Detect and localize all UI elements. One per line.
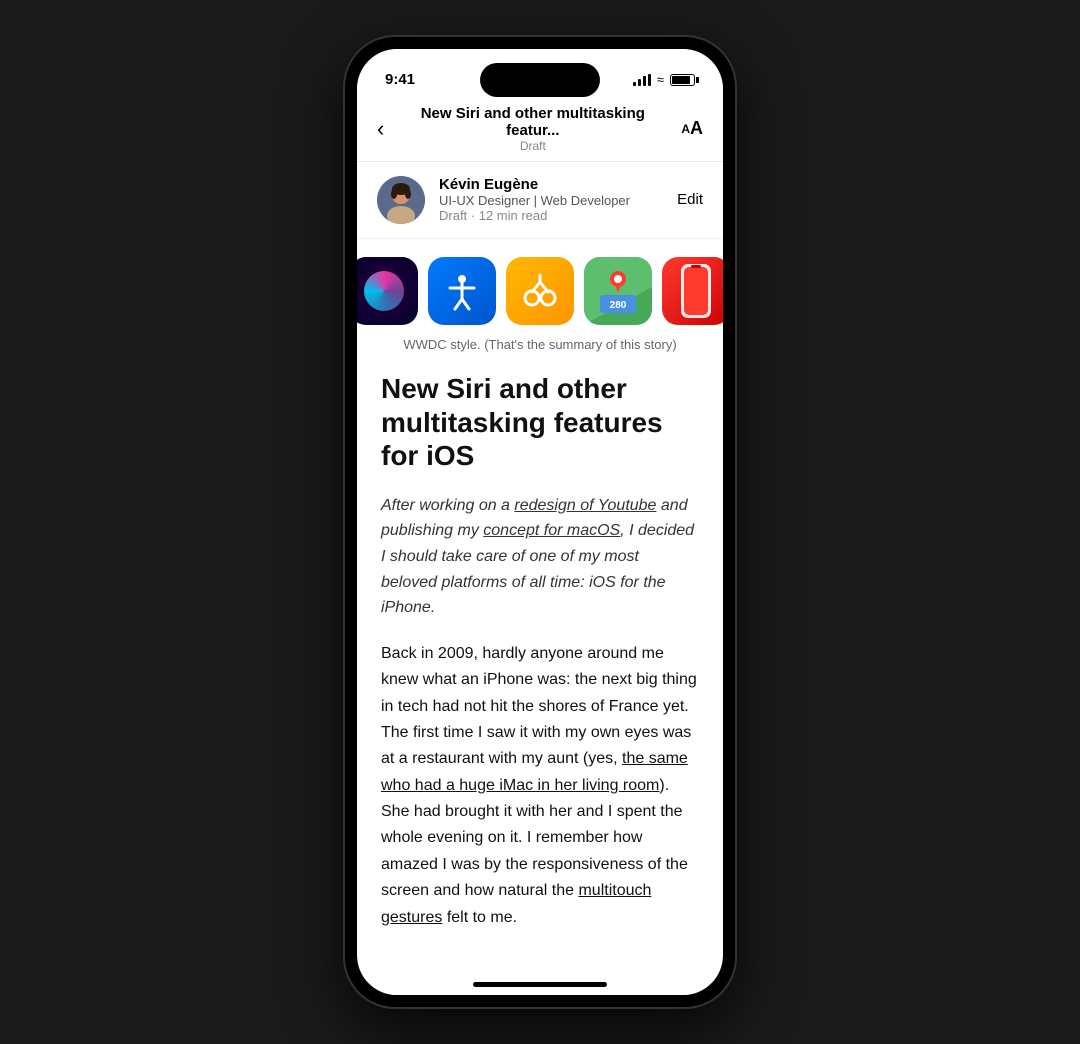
author-info: Kévin Eugène UI-UX Designer | Web Develo… bbox=[439, 176, 663, 223]
status-bar: 9:41 ≈ bbox=[357, 49, 723, 97]
accessibility-icon bbox=[428, 257, 496, 325]
iphone-red-icon bbox=[662, 257, 723, 325]
status-icons: ≈ bbox=[633, 72, 695, 87]
phone-frame: 9:41 ≈ ‹ New Siri and other multitas bbox=[345, 37, 735, 1007]
app-icons-row: 280 bbox=[357, 257, 723, 325]
home-indicator bbox=[473, 982, 607, 987]
imac-link[interactable]: the same who had a huge iMac in her livi… bbox=[381, 750, 688, 793]
youtube-link[interactable]: redesign of Youtube bbox=[514, 497, 656, 514]
author-role: UI-UX Designer | Web Developer bbox=[439, 193, 663, 208]
macos-link[interactable]: concept for macOS bbox=[483, 522, 620, 539]
font-size-large-label: A bbox=[690, 118, 703, 139]
nav-bar: ‹ New Siri and other multitasking featur… bbox=[357, 97, 723, 162]
back-button[interactable]: ‹ bbox=[377, 116, 384, 142]
edit-button[interactable]: Edit bbox=[677, 191, 703, 208]
multitouch-link[interactable]: multitouch gestures bbox=[381, 882, 651, 925]
battery-icon bbox=[670, 74, 695, 86]
author-meta: Draft · 12 min read bbox=[439, 208, 663, 223]
status-time: 9:41 bbox=[385, 71, 415, 88]
font-size-button[interactable]: A A bbox=[681, 118, 703, 139]
author-section: Kévin Eugène UI-UX Designer | Web Develo… bbox=[357, 162, 723, 239]
article-title: New Siri and other multitasking features… bbox=[381, 372, 699, 473]
avatar bbox=[377, 176, 425, 224]
maps-icon: 280 bbox=[584, 257, 652, 325]
battery-fill bbox=[672, 76, 690, 84]
dynamic-island bbox=[480, 63, 600, 97]
svg-text:280: 280 bbox=[610, 300, 627, 311]
screen-bottom bbox=[357, 961, 723, 995]
app-icons-section: 280 WWDC style. (That's the summary of bbox=[357, 239, 723, 362]
nav-title: New Siri and other multitasking featur..… bbox=[396, 105, 669, 139]
author-name: Kévin Eugène bbox=[439, 176, 663, 193]
nav-title-group: New Siri and other multitasking featur..… bbox=[396, 105, 669, 153]
article-body: Back in 2009, hardly anyone around me kn… bbox=[381, 641, 699, 931]
font-size-small-label: A bbox=[681, 122, 690, 136]
wifi-icon: ≈ bbox=[657, 72, 664, 87]
scissors-icon bbox=[506, 257, 574, 325]
icons-caption: WWDC style. (That's the summary of this … bbox=[403, 337, 676, 352]
siri-icon bbox=[357, 257, 418, 325]
article-content: New Siri and other multitasking features… bbox=[357, 362, 723, 961]
article-intro: After working on a redesign of Youtube a… bbox=[381, 493, 699, 621]
signal-icon bbox=[633, 74, 651, 86]
siri-orb bbox=[364, 271, 404, 311]
nav-subtitle: Draft bbox=[396, 139, 669, 153]
phone-screen: 9:41 ≈ ‹ New Siri and other multitas bbox=[357, 49, 723, 995]
